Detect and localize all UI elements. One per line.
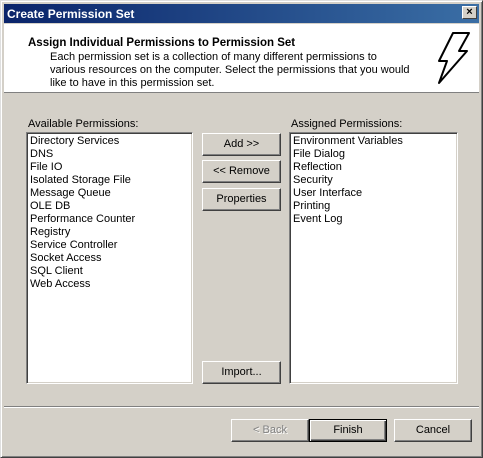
properties-button[interactable]: Properties <box>202 188 281 211</box>
available-permissions-list[interactable]: Directory Services DNS File IO Isolated Sto… <box>26 132 193 384</box>
available-permissions-label: Available Permissions: <box>28 118 139 130</box>
list-item[interactable]: Security <box>293 174 457 187</box>
import-button[interactable]: Import... <box>202 361 281 384</box>
list-item[interactable]: Printing <box>293 200 457 213</box>
lightning-bolt-icon <box>438 32 470 84</box>
title-bar[interactable]: Create Permission Set × <box>4 4 479 23</box>
list-item[interactable]: Socket Access <box>30 252 192 265</box>
add-button[interactable]: Add >> <box>202 133 281 156</box>
list-item[interactable]: Registry <box>30 226 192 239</box>
list-item[interactable]: Reflection <box>293 161 457 174</box>
list-item[interactable]: SQL Client <box>30 265 192 278</box>
list-item[interactable]: Directory Services <box>30 135 192 148</box>
list-item[interactable]: File Dialog <box>293 148 457 161</box>
footer-separator <box>4 406 479 408</box>
wizard-header: Assign Individual Permissions to Permiss… <box>4 24 479 93</box>
assigned-permissions-label: Assigned Permissions: <box>291 118 403 130</box>
list-item[interactable]: Performance Counter <box>30 213 192 226</box>
assigned-permissions-list[interactable]: Environment Variables File Dialog Reflecti… <box>289 132 458 384</box>
close-button[interactable]: × <box>462 6 477 19</box>
list-item[interactable]: Web Access <box>30 278 192 291</box>
remove-button[interactable]: << Remove <box>202 160 281 183</box>
finish-button[interactable]: Finish <box>309 419 387 442</box>
back-button[interactable]: < Back <box>231 419 309 442</box>
list-item[interactable]: OLE DB <box>30 200 192 213</box>
list-item[interactable]: User Interface <box>293 187 457 200</box>
header-description: Each permission set is a collection of m… <box>50 51 410 89</box>
header-title: Assign Individual Permissions to Permiss… <box>28 37 296 49</box>
list-item[interactable]: Event Log <box>293 213 457 226</box>
list-item[interactable]: Message Queue <box>30 187 192 200</box>
list-item[interactable]: File IO <box>30 161 192 174</box>
create-permission-set-dialog: Create Permission Set × Assign Individua… <box>0 0 483 458</box>
list-item[interactable]: Environment Variables <box>293 135 457 148</box>
window-title: Create Permission Set <box>7 7 135 21</box>
close-icon: × <box>466 6 473 18</box>
cancel-button[interactable]: Cancel <box>394 419 472 442</box>
list-item[interactable]: DNS <box>30 148 192 161</box>
list-item[interactable]: Isolated Storage File <box>30 174 192 187</box>
list-item[interactable]: Service Controller <box>30 239 192 252</box>
